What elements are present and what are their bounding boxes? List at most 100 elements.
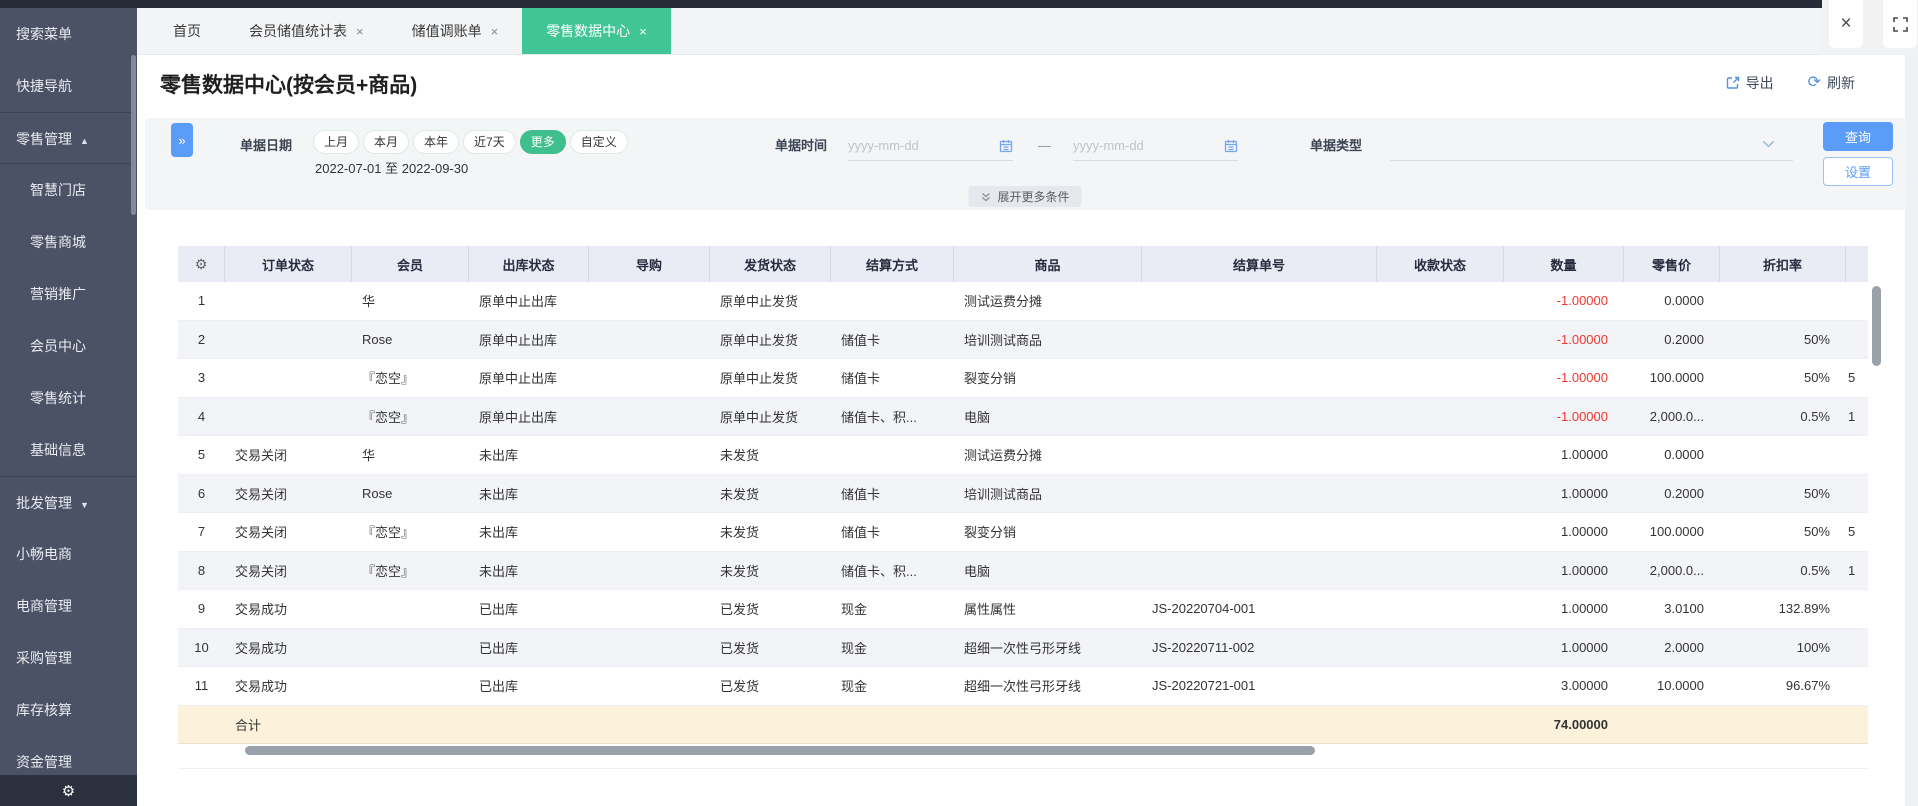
cell: 交易关闭: [235, 448, 288, 464]
cell: 储值卡: [841, 525, 881, 541]
gear-icon[interactable]: ⚙: [62, 782, 75, 800]
table-row[interactable]: 1 华 原单中止出库 原单中止发货 测试运费分摊 -1.00000 0.0000: [178, 282, 1868, 321]
table-body: 1 华原单中止出库 原单中止发货 测试运费分摊 -1.00000 0.0000 2 Rose 原…: [178, 282, 1868, 706]
sidebar-item[interactable]: 营销推广: [0, 268, 137, 320]
quick-range-pills: 上月 本月 本年 近7天 更多 自定义: [313, 130, 628, 154]
table-row[interactable]: 9 交易成功 已出库 已发货 现金 属性属性 JS-20220704-001 1.00000 3…: [178, 590, 1868, 629]
col-payment-status[interactable]: 收款状态: [1377, 246, 1504, 282]
cell: [225, 321, 352, 359]
cell: [1377, 667, 1504, 705]
sidebar-item[interactable]: 智慧门店: [0, 164, 137, 216]
col-member[interactable]: 会员: [352, 246, 469, 282]
cell: 交易成功: [235, 602, 288, 618]
table-row[interactable]: 10 交易成功 已出库 已发货 现金 超细一次性弓形牙线 JS-20220711-002 1.…: [178, 628, 1868, 667]
col-ship-status[interactable]: 发货状态: [710, 246, 831, 282]
col-guide[interactable]: 导购: [589, 246, 710, 282]
table-row[interactable]: 7 交易关闭 『恋空』 未出库 未发货 储值卡 裂变分销 1.00000 100.0000 50%…: [178, 513, 1868, 552]
refresh-button[interactable]: ⟳ 刷新: [1808, 73, 1855, 93]
chevron-up-icon: ▲: [80, 136, 89, 146]
cell: 未发货: [720, 486, 760, 502]
query-button[interactable]: 查询: [1823, 122, 1893, 151]
doc-time-end-input[interactable]: [1073, 138, 1193, 153]
range-last-7-days[interactable]: 近7天: [463, 130, 516, 154]
sidebar-scrollbar[interactable]: [131, 55, 136, 215]
col-settle-method[interactable]: 结算方式: [831, 246, 954, 282]
cell: 未出库: [479, 525, 519, 541]
cell: 1.00000: [1561, 447, 1608, 463]
table-row[interactable]: 11 交易成功 已出库 已发货 现金 超细一次性弓形牙线 JS-20220721-001 3.…: [178, 667, 1868, 706]
doc-time-start-input[interactable]: [848, 138, 968, 153]
close-tab-icon[interactable]: ×: [356, 24, 364, 39]
calendar-icon[interactable]: [999, 139, 1013, 153]
sidebar-item[interactable]: 快捷导航: [0, 60, 137, 112]
sidebar-item[interactable]: 采购管理: [0, 632, 137, 684]
cell: 50%: [1803, 524, 1830, 540]
fullscreen-icon[interactable]: [1883, 0, 1917, 48]
tab[interactable]: 储值调账单 ×: [388, 8, 523, 54]
sidebar-item[interactable]: 基础信息: [0, 424, 137, 476]
sidebar-item[interactable]: 电商管理: [0, 580, 137, 632]
cell: 交易成功: [235, 679, 288, 695]
total-row: 合计 74.00000: [178, 705, 1868, 744]
close-tab-icon[interactable]: ×: [491, 24, 499, 39]
doc-time-label: 单据时间: [775, 138, 828, 153]
table-row[interactable]: 8 交易关闭 『恋空』 未出库 未发货 储值卡、积... 电脑 1.00000 2,000.0.…: [178, 551, 1868, 590]
close-tab-icon[interactable]: ×: [639, 24, 647, 39]
cell: 1.00000: [1561, 524, 1608, 540]
settings-button[interactable]: 设置: [1823, 157, 1893, 186]
sidebar-item[interactable]: 库存核算: [0, 684, 137, 736]
sidebar-item[interactable]: 零售商城: [0, 216, 137, 268]
cell: 100.0000: [1649, 524, 1704, 540]
table-row[interactable]: 2 Rose 原单中止出库 原单中止发货 储值卡 培训测试商品 -1.00000 0.2000…: [178, 320, 1868, 359]
sidebar-item-label: 库存核算: [16, 702, 72, 718]
cell: [589, 629, 710, 667]
cell: 1: [1848, 562, 1856, 578]
sidebar-item[interactable]: 搜索菜单: [0, 8, 137, 60]
export-button[interactable]: 导出: [1726, 73, 1774, 93]
cell: 0.0000: [1664, 293, 1704, 309]
tab[interactable]: 首页: [149, 8, 225, 54]
tab[interactable]: 会员储值统计表 ×: [225, 8, 388, 54]
sidebar-item[interactable]: 零售管理 ▲: [0, 112, 137, 164]
tab[interactable]: 零售数据中心 ×: [522, 8, 671, 54]
cell: [1377, 436, 1504, 474]
sidebar-item[interactable]: 会员中心: [0, 320, 137, 372]
close-icon[interactable]: ×: [1829, 0, 1863, 48]
col-order-status[interactable]: 订单状态: [225, 246, 352, 282]
range-last-month[interactable]: 上月: [313, 130, 360, 154]
doc-type-select[interactable]: [1390, 131, 1793, 161]
expand-more-conditions[interactable]: 展开更多条件: [968, 186, 1082, 207]
collapse-filters-button[interactable]: »: [171, 123, 193, 157]
vertical-scrollbar[interactable]: [1872, 286, 1881, 366]
cell: 1: [1848, 408, 1856, 424]
sidebar-item[interactable]: 零售统计: [0, 372, 137, 424]
range-more[interactable]: 更多: [519, 130, 566, 154]
cell: 100%: [1796, 639, 1830, 655]
cell: 2.0000: [1664, 639, 1704, 655]
sidebar-item-label: 零售管理: [16, 131, 72, 147]
cell: 已发货: [720, 679, 760, 695]
sidebar-item-label: 基础信息: [30, 442, 86, 458]
range-custom[interactable]: 自定义: [569, 130, 628, 154]
cell: 交易关闭: [235, 525, 288, 541]
table-row[interactable]: 3 『恋空』 原单中止出库 原单中止发货 储值卡 裂变分销 -1.00000 100.0000…: [178, 359, 1868, 398]
col-settle-no[interactable]: 结算单号: [1142, 246, 1377, 282]
table-row[interactable]: 4 『恋空』 原单中止出库 原单中止发货 储值卡、积... 电脑 -1.00000 2,000…: [178, 397, 1868, 436]
sidebar-item[interactable]: 批发管理 ▼: [0, 476, 137, 528]
data-table: ⚙ 订单状态 会员 出库状态 导购 发货状态 结算方式 商品 结算单号 收款状态…: [178, 246, 1868, 744]
col-quantity[interactable]: 数量: [1504, 246, 1624, 282]
table-row[interactable]: 5 交易关闭 华 未出库 未发货 测试运费分摊 1.00000 0.0000: [178, 436, 1868, 475]
col-retail-price[interactable]: 零售价: [1624, 246, 1720, 282]
sidebar-item[interactable]: 小畅电商: [0, 528, 137, 580]
range-this-month[interactable]: 本月: [363, 130, 410, 154]
horizontal-scrollbar[interactable]: [245, 746, 1315, 755]
col-discount-rate[interactable]: 折扣率: [1720, 246, 1846, 282]
cell: 96.67%: [1785, 678, 1830, 694]
table-row[interactable]: 6 交易关闭 Rose 未出库 未发货 储值卡 培训测试商品 1.00000 0.2000 50%: [178, 474, 1868, 513]
column-settings-gear-icon[interactable]: ⚙: [178, 246, 225, 282]
col-outbound-status[interactable]: 出库状态: [469, 246, 589, 282]
range-this-year[interactable]: 本年: [413, 130, 460, 154]
sidebar-item[interactable]: 资金管理: [0, 736, 137, 775]
calendar-icon[interactable]: [1224, 139, 1238, 153]
col-product[interactable]: 商品: [954, 246, 1142, 282]
